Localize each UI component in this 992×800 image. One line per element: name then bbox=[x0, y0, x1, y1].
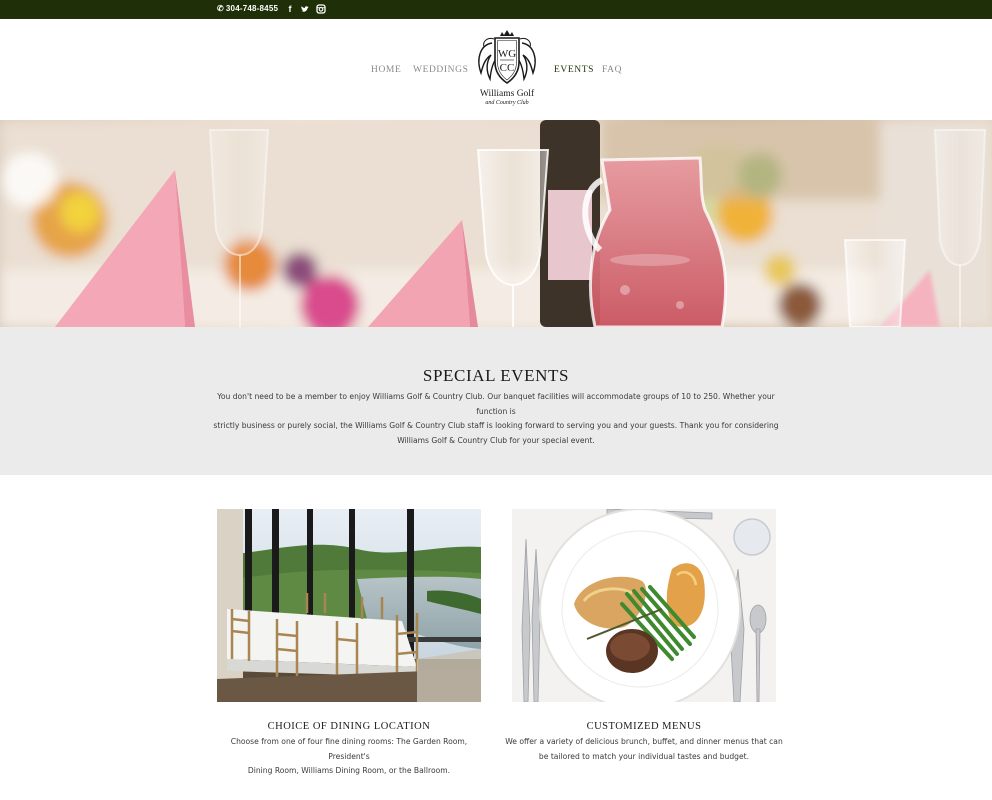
customized-menus-text: We offer a variety of delicious brunch, … bbox=[504, 735, 784, 764]
special-events-section: SPECIAL EVENTS You don't need to be a me… bbox=[0, 327, 992, 475]
description-line: strictly business or purely social, the … bbox=[213, 421, 779, 430]
monogram-bottom: CC bbox=[500, 62, 515, 74]
logo-name: Williams Golf bbox=[479, 89, 535, 99]
dining-location-title: CHOICE OF DINING LOCATION bbox=[267, 721, 431, 732]
club-logo[interactable]: WG CC Williams Golf and Country Club bbox=[472, 29, 542, 111]
hero-image bbox=[0, 120, 992, 327]
nav-faq[interactable]: FAQ bbox=[602, 65, 622, 75]
feature-line: Choose from one of four fine dining room… bbox=[230, 737, 468, 761]
dining-location-text: Choose from one of four fine dining room… bbox=[209, 735, 489, 779]
feature-line: be tailored to match your individual tas… bbox=[538, 751, 750, 761]
section-title: SPECIAL EVENTS bbox=[422, 366, 570, 385]
customized-menus-title: CUSTOMIZED MENUS bbox=[586, 721, 702, 732]
twitter-icon[interactable] bbox=[300, 4, 310, 14]
site-header: HOME WEDDINGS WG CC Williams Golf and Co… bbox=[0, 19, 992, 120]
section-description: You don't need to be a member to enjoy W… bbox=[210, 390, 782, 448]
crest-icon: WG CC bbox=[478, 30, 536, 84]
description-line: Williams Golf & Country Club for your sp… bbox=[397, 435, 595, 445]
description-line: You don't need to be a member to enjoy W… bbox=[217, 392, 775, 416]
nav-events[interactable]: EVENTS bbox=[554, 65, 594, 75]
phone-number[interactable]: ✆ 304-748-8455 bbox=[217, 4, 278, 13]
plated-meal-photo bbox=[512, 509, 776, 702]
phone-icon: ✆ bbox=[217, 4, 224, 13]
nav-home[interactable]: HOME bbox=[371, 65, 401, 75]
logo-subtitle: and Country Club bbox=[485, 100, 529, 106]
top-bar: ✆ 304-748-8455 f bbox=[0, 0, 992, 19]
phone-text: 304-748-8455 bbox=[225, 4, 279, 13]
nav-weddings[interactable]: WEDDINGS bbox=[413, 65, 468, 75]
dining-room-photo bbox=[217, 509, 481, 702]
facebook-icon[interactable]: f bbox=[285, 4, 295, 14]
feature-line: We offer a variety of delicious brunch, … bbox=[505, 737, 783, 746]
monogram-top: WG bbox=[498, 48, 516, 60]
feature-line: Dining Room, Williams Dining Room, or th… bbox=[247, 766, 451, 775]
instagram-icon[interactable] bbox=[316, 4, 326, 14]
